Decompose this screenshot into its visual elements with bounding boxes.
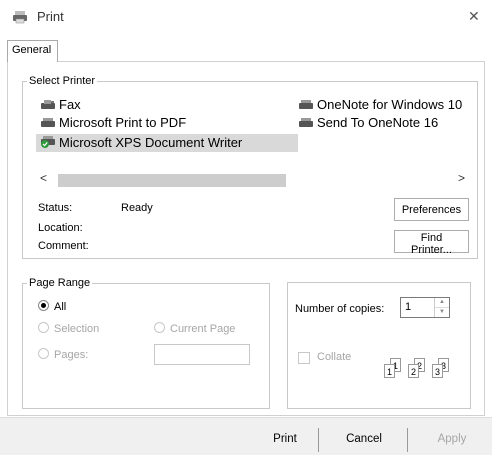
radio-selection[interactable]: Selection [38,322,99,335]
radio-button-icon[interactable] [38,348,49,359]
footer-separator [407,428,408,452]
printer-icon [12,10,28,24]
radio-current-page[interactable]: Current Page [154,322,235,335]
page-range-legend: Page Range [29,277,91,289]
select-printer-legend: Select Printer [29,75,96,87]
radio-current-page-label: Current Page [170,323,236,335]
collate-page: 2 [408,364,419,378]
printer-icon [298,115,314,127]
footer-bar [0,417,492,455]
radio-pages-label: Pages: [54,349,89,361]
printer-name: Send To OneNote 16 [317,115,439,130]
cancel-button[interactable]: Cancel [336,428,392,450]
print-button[interactable]: Print [262,428,308,450]
radio-button-icon[interactable] [154,322,165,333]
printer-item-onenote-win10[interactable]: OneNote for Windows 10 [298,96,462,114]
printer-item-xps-writer[interactable]: Microsoft XPS Document Writer [36,134,298,152]
scroll-right-arrow[interactable]: > [458,171,465,185]
copies-value: 1 [405,301,412,313]
page-range-group: Page Range [22,277,270,409]
printer-item-send-to-onenote[interactable]: Send To OneNote 16 [298,114,438,132]
collate-checkbox[interactable] [298,352,310,364]
radio-selection-label: Selection [54,323,100,335]
printer-name: OneNote for Windows 10 [317,97,463,112]
printer-list-scrollbar[interactable]: < > [32,171,470,188]
radio-button-icon[interactable] [38,322,49,333]
window-title: Print [37,9,64,24]
preferences-button[interactable]: Preferences [394,198,469,221]
collate-page: 1 [384,364,395,378]
pages-input[interactable] [154,344,250,365]
collate-label: Collate [317,351,352,363]
printer-item-fax[interactable]: Fax [40,96,81,114]
status-label: Status: [38,202,73,214]
radio-button-icon[interactable] [38,300,49,311]
printer-item-print-to-pdf[interactable]: Microsoft Print to PDF [40,114,186,132]
printer-list[interactable]: Fax Microsoft Print to PDF Microsoft XPS… [32,94,470,176]
find-printer-button[interactable]: Find Printer... [394,230,469,256]
radio-all[interactable]: All [38,300,66,313]
printer-icon [298,97,314,109]
location-label: Location: [38,222,83,234]
tab-general[interactable]: General [7,40,59,62]
scroll-left-arrow[interactable]: < [40,171,47,185]
printer-name: Fax [59,97,81,112]
radio-pages[interactable]: Pages: [38,348,88,361]
spinner-down-icon[interactable]: ▼ [435,307,449,316]
apply-button[interactable]: Apply [428,428,476,450]
radio-all-label: All [54,301,67,313]
status-value: Ready [121,202,153,214]
footer-separator [318,428,319,452]
spinner-up-icon[interactable]: ▲ [435,298,449,307]
comment-label: Comment: [38,240,89,252]
collate-page: 3 [432,364,443,378]
printer-name: Microsoft Print to PDF [59,115,187,130]
printer-name: Microsoft XPS Document Writer [59,135,243,150]
copies-spinner[interactable]: ▲ ▼ [434,298,449,317]
title-bar: Print ✕ [0,0,492,34]
printer-default-icon [40,135,56,148]
number-of-copies-label: Number of copies: [295,303,385,315]
collate-illustration-icon: 1 1 2 2 3 3 [384,358,464,382]
fax-icon [40,97,56,109]
scrollbar-thumb[interactable] [58,174,286,187]
printer-icon [40,115,56,127]
close-icon[interactable]: ✕ [468,8,480,25]
